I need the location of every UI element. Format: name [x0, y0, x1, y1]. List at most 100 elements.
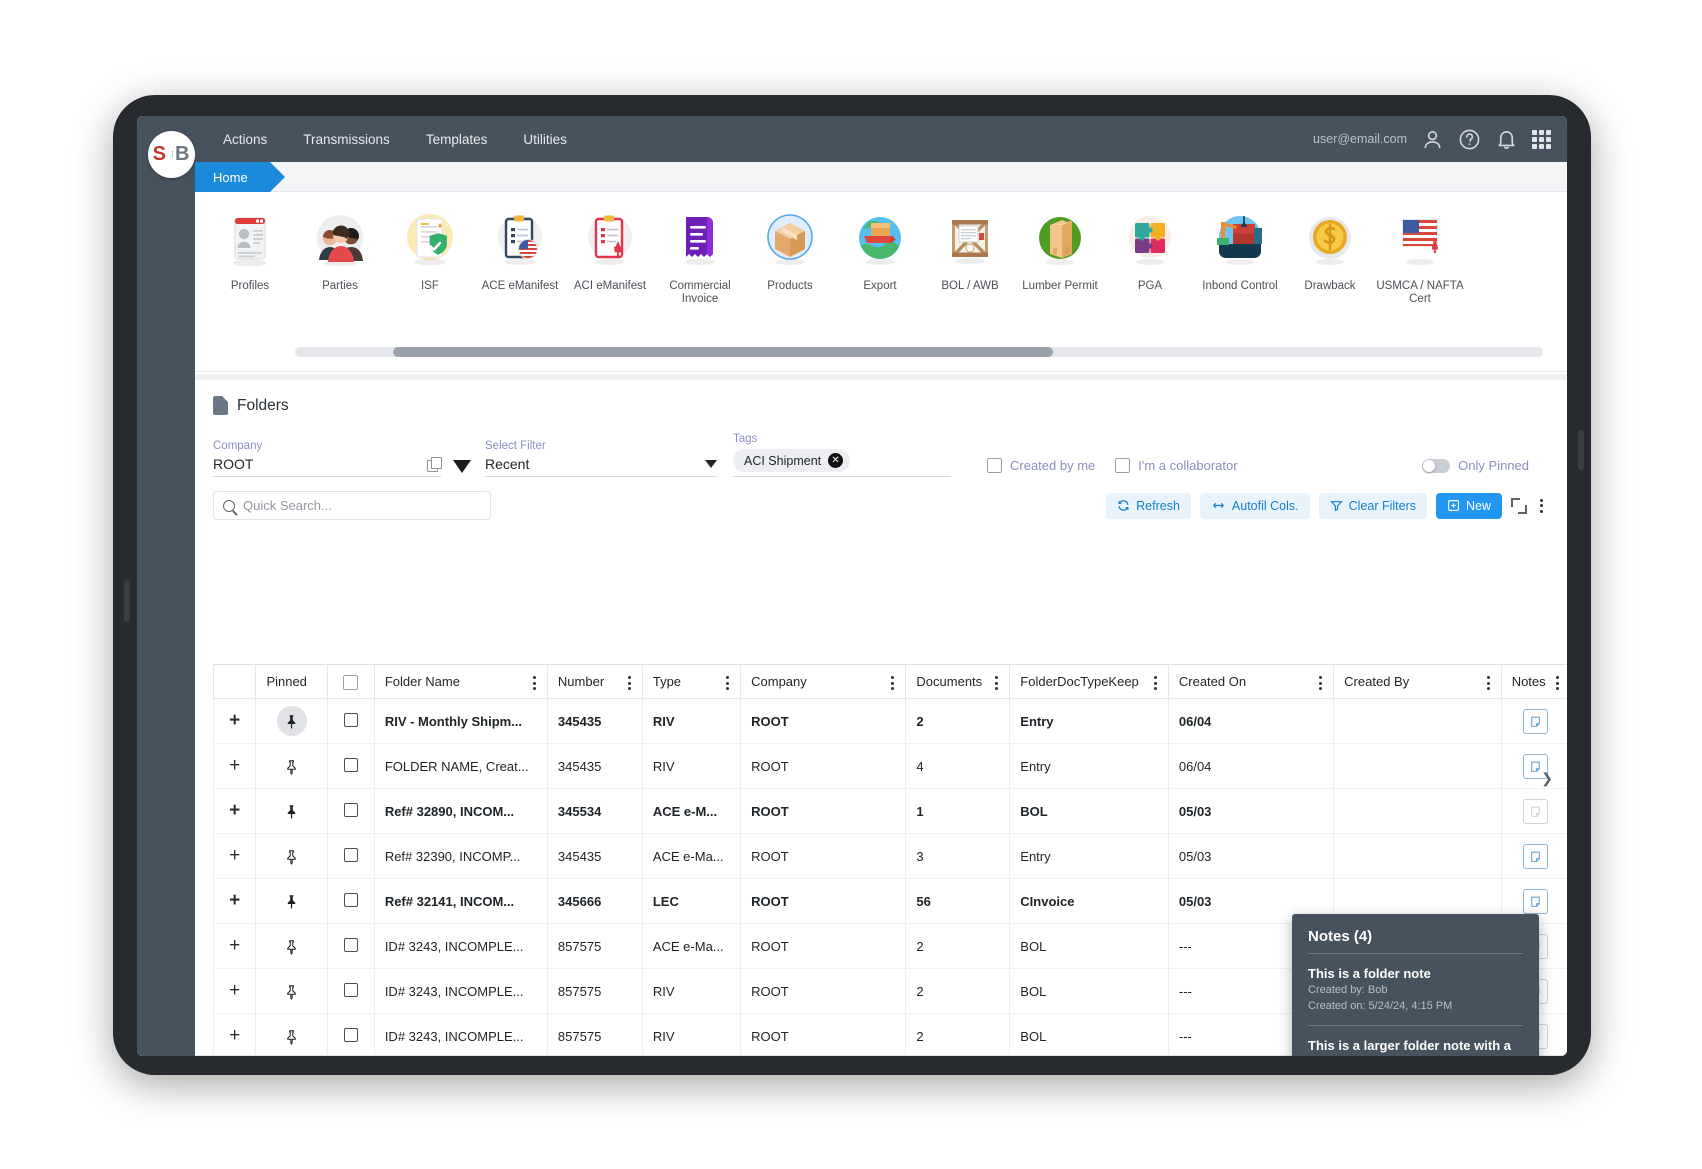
cell-notes[interactable] — [1500, 698, 1567, 744]
column-menu-icon[interactable] — [1552, 676, 1563, 690]
app-logo[interactable]: S ⋮ B — [148, 131, 195, 178]
row-expand-button[interactable]: + — [213, 1013, 257, 1056]
table-row[interactable]: + Ref# 32390, INCOMP... 345435 ACE e-Ma... R… — [213, 833, 1567, 879]
notes-popup[interactable]: Notes (4) This is a folder note Created … — [1292, 914, 1539, 1056]
user-icon[interactable] — [1421, 128, 1444, 151]
column-menu-icon[interactable] — [1315, 676, 1326, 690]
select-all-checkbox-icon[interactable] — [343, 674, 359, 690]
shelf-item-ace-emanifest[interactable]: ACE eManifest — [475, 206, 565, 306]
column-menu-icon[interactable] — [722, 676, 733, 690]
shelf-item-bol-awb[interactable]: BOL / AWB — [925, 206, 1015, 306]
row-select-cell[interactable] — [326, 743, 375, 789]
column-menu-icon[interactable] — [1483, 676, 1494, 690]
col-created-by[interactable]: Created By — [1333, 664, 1502, 699]
refresh-button[interactable]: Refresh — [1106, 492, 1191, 519]
search-input[interactable]: Quick Search... — [213, 491, 491, 520]
shelf-scrollbar-track[interactable] — [295, 347, 1543, 357]
im-collaborator-checkbox[interactable]: I'm a collaborator — [1115, 458, 1238, 473]
row-expand-button[interactable]: + — [213, 698, 257, 744]
shelf-item-pga[interactable]: PGA — [1105, 206, 1195, 306]
col-number[interactable]: Number — [546, 664, 643, 699]
pin-icon[interactable] — [277, 1021, 307, 1051]
row-checkbox-icon[interactable] — [343, 1027, 358, 1042]
shelf-item-usmca-nafta[interactable]: USMCA / NAFTA Cert — [1375, 206, 1465, 306]
close-icon[interactable]: ✕ — [828, 453, 844, 468]
expand-icon[interactable] — [1511, 497, 1527, 514]
shelf-scrollbar-thumb[interactable] — [393, 347, 1053, 357]
row-pin-cell[interactable] — [255, 923, 328, 969]
tag-chip[interactable]: ACI Shipment ✕ — [733, 449, 851, 472]
nav-item-templates[interactable]: Templates — [408, 126, 506, 153]
column-menu-icon[interactable] — [991, 676, 1002, 690]
shelf-item-aci-emanifest[interactable]: ACI eManifest — [565, 206, 655, 306]
row-expand-button[interactable]: + — [213, 788, 257, 834]
pin-icon[interactable] — [277, 886, 307, 916]
shelf-item-lumber-permit[interactable]: Lumber Permit — [1015, 206, 1105, 306]
row-select-cell[interactable] — [326, 698, 375, 744]
created-by-me-checkbox[interactable]: Created by me — [987, 458, 1095, 473]
col-created-on[interactable]: Created On — [1167, 664, 1335, 699]
table-row[interactable]: + RIV - Monthly Shipm... 345435 RIV ROOT 2 Ent… — [213, 698, 1567, 744]
col-select-all[interactable] — [326, 664, 375, 699]
row-expand-button[interactable]: + — [213, 743, 257, 789]
row-checkbox-icon[interactable] — [343, 892, 358, 907]
row-pin-cell[interactable] — [255, 878, 328, 924]
cell-notes[interactable] — [1500, 833, 1567, 879]
only-pinned-toggle[interactable]: Only Pinned — [1422, 458, 1529, 473]
note-icon[interactable] — [1523, 888, 1549, 914]
pin-icon[interactable] — [276, 706, 307, 736]
shelf-item-parties[interactable]: Parties — [295, 206, 385, 306]
filter-funnel-icon[interactable] — [453, 460, 471, 473]
row-select-cell[interactable] — [326, 833, 375, 879]
bell-icon[interactable] — [1495, 128, 1518, 151]
nav-item-utilities[interactable]: Utilities — [505, 126, 585, 153]
note-icon[interactable] — [1523, 708, 1549, 734]
col-folderdoctypekeep[interactable]: FolderDocTypeKeep — [1009, 664, 1169, 699]
row-checkbox-icon[interactable] — [343, 802, 358, 817]
row-pin-cell[interactable] — [255, 833, 328, 879]
new-button[interactable]: New — [1435, 492, 1502, 519]
column-menu-icon[interactable] — [624, 676, 635, 690]
autofil-cols-button[interactable]: Autofil Cols. — [1199, 492, 1310, 519]
row-checkbox-icon[interactable] — [343, 757, 358, 772]
tab-home[interactable]: Home — [195, 162, 285, 192]
col-pinned[interactable]: Pinned — [255, 664, 328, 699]
clear-filters-button[interactable]: Clear Filters — [1318, 492, 1427, 519]
checkbox-icon[interactable] — [987, 458, 1002, 473]
row-expand-button[interactable]: + — [213, 878, 257, 924]
apps-grid-icon[interactable] — [1532, 129, 1551, 149]
table-row[interactable]: + FOLDER NAME, Creat... 345435 RIV ROOT 4 Entr… — [213, 743, 1567, 789]
row-pin-cell[interactable] — [255, 968, 328, 1014]
row-expand-button[interactable]: + — [213, 968, 257, 1014]
nav-item-transmissions[interactable]: Transmissions — [285, 126, 408, 153]
col-documents[interactable]: Documents — [905, 664, 1011, 699]
shelf-item-commercial-invoice[interactable]: Commercial Invoice — [655, 206, 745, 306]
pin-icon[interactable] — [277, 976, 307, 1006]
note-icon[interactable] — [1523, 843, 1549, 869]
row-select-cell[interactable] — [326, 968, 375, 1014]
row-checkbox-icon[interactable] — [343, 847, 358, 862]
row-expand-button[interactable]: + — [213, 833, 257, 879]
checkbox-icon[interactable] — [1115, 458, 1131, 473]
nav-item-actions[interactable]: Actions — [205, 126, 285, 153]
shelf-item-products[interactable]: Products — [745, 206, 835, 306]
pin-icon[interactable] — [277, 751, 307, 781]
shelf-item-profiles[interactable]: Profiles — [205, 206, 295, 306]
shelf-item-inbond-control[interactable]: Inbond Control — [1195, 206, 1285, 306]
note-icon[interactable] — [1523, 798, 1549, 824]
more-options-icon[interactable] — [1536, 498, 1547, 513]
row-select-cell[interactable] — [326, 923, 375, 969]
row-expand-button[interactable]: + — [213, 923, 257, 969]
shelf-item-export[interactable]: Export — [835, 206, 925, 306]
cell-notes[interactable] — [1500, 743, 1567, 789]
toggle-switch[interactable] — [1422, 458, 1451, 473]
row-select-cell[interactable] — [326, 1013, 375, 1056]
tags-filter[interactable]: Tags ACI Shipment ✕ — [733, 433, 951, 477]
pin-icon[interactable] — [277, 796, 307, 826]
row-pin-cell[interactable] — [255, 788, 328, 834]
row-pin-cell[interactable] — [255, 698, 328, 744]
table-row[interactable]: + Ref# 32890, INCOM... 345534 ACE e-M... ROO… — [213, 788, 1567, 834]
shelf-item-isf[interactable]: ISF — [385, 206, 475, 306]
column-menu-icon[interactable] — [887, 676, 898, 690]
shelf-item-drawback[interactable]: Drawback — [1285, 206, 1375, 306]
